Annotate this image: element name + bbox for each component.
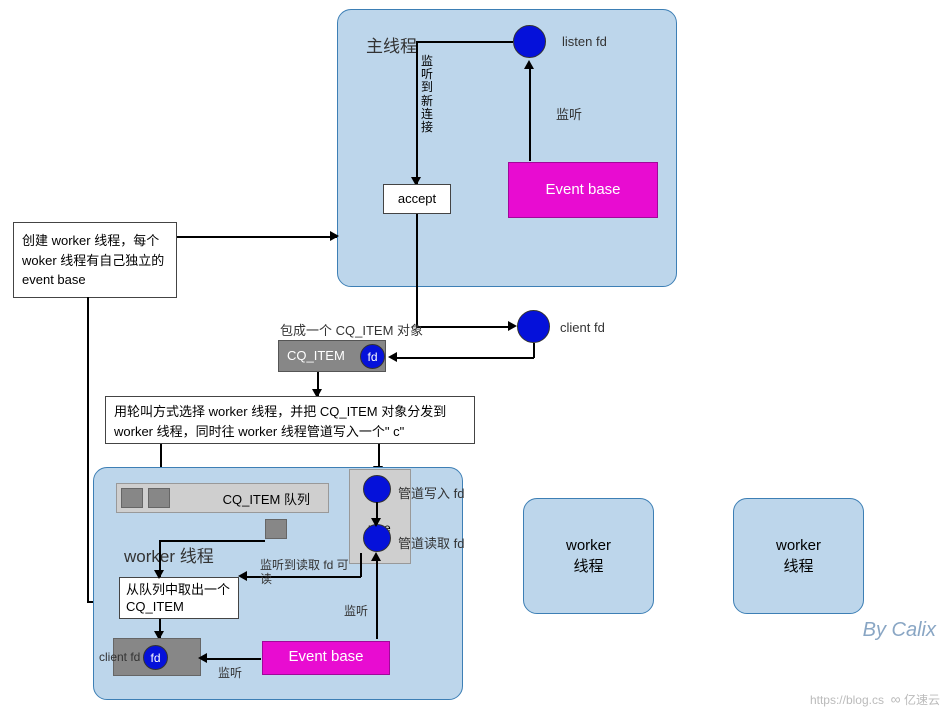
arrow-client-cq-v — [533, 343, 535, 358]
queue-item-icon — [148, 488, 170, 508]
arrow-note-main-head — [330, 231, 339, 241]
arrow-accept-client-h — [416, 326, 511, 328]
arrow-eb-listen — [529, 66, 531, 161]
arrow-readable-v — [360, 553, 362, 577]
listen-fd-circle — [513, 25, 546, 58]
main-thread-title: 主线程 — [366, 32, 417, 57]
readable-label: 监听到读取 fd 可读 — [260, 558, 350, 587]
worker-panel-3: worker线程 — [733, 498, 864, 614]
arrow-queue-take-head — [154, 570, 164, 579]
arrow-listen-accept-v — [416, 41, 418, 184]
client-fd-circle — [517, 310, 550, 343]
arrow-note-main — [177, 236, 337, 238]
arrow-queue-take-h — [159, 540, 265, 542]
new-conn-label: 监听到新连接 — [421, 55, 435, 134]
arrow-client-cq-h — [394, 357, 534, 359]
arrow-eb-cfd — [203, 658, 261, 660]
arrow-accept-client-head — [508, 321, 517, 331]
worker-3-label: worker线程 — [734, 499, 863, 577]
event-base-worker: Event base — [262, 641, 390, 675]
cq-fd-circle: fd — [360, 344, 385, 369]
listen-pipe-label: 监听 — [344, 602, 368, 619]
arrow-eb-pipe — [376, 557, 378, 639]
arrow-accept-client-v — [416, 214, 418, 326]
worker-2-label: worker线程 — [524, 499, 653, 577]
worker-panel-2: worker线程 — [523, 498, 654, 614]
arrow-eb-listen-head — [524, 60, 534, 69]
watermark: https://blog.cs ∞ 亿速云 — [810, 691, 940, 708]
credit-text: By Calix — [863, 619, 936, 642]
distribute-box: 用轮叫方式选择 worker 线程，并把 CQ_ITEM 对象分发到 worke… — [105, 396, 475, 444]
client-fd-text: client fd — [99, 650, 140, 664]
accept-box: accept — [383, 184, 451, 214]
event-base-main: Event base — [508, 162, 658, 218]
arrow-note-worker-v — [87, 297, 89, 602]
pipe-write-circle — [363, 475, 391, 503]
client-fd-label: client fd — [560, 320, 605, 335]
queue-item-icon — [121, 488, 143, 508]
worker-title: worker 线程 — [124, 542, 214, 567]
note-create-worker: 创建 worker 线程，每个 woker 线程有自己独立的 event bas… — [13, 222, 177, 298]
arrow-eb-pipe-head — [371, 552, 381, 561]
take-cq-item-box: 从队列中取出一个 CQ_ITEM — [119, 577, 239, 619]
pipe-write-label: 管道写入 fd — [398, 483, 464, 502]
pipe-read-circle — [363, 524, 391, 552]
client-fd-inner-circle: fd — [143, 645, 168, 670]
queue-item-small — [265, 519, 287, 539]
pipe-read-label: 管道读取 fd — [398, 533, 464, 552]
arrow-eb-cfd-head — [198, 653, 207, 663]
listen-fd-label: listen fd — [562, 34, 607, 49]
listen-label: 监听 — [556, 104, 582, 123]
arrow-readable-head — [238, 571, 247, 581]
arrow-client-cq-head — [388, 352, 397, 362]
arrow-listen-accept-h — [416, 41, 513, 43]
arrow-pipew-piper-head — [371, 518, 381, 527]
wrap-label: 包成一个 CQ_ITEM 对象 — [280, 320, 423, 339]
listen-cfd-label: 监听 — [218, 664, 242, 681]
